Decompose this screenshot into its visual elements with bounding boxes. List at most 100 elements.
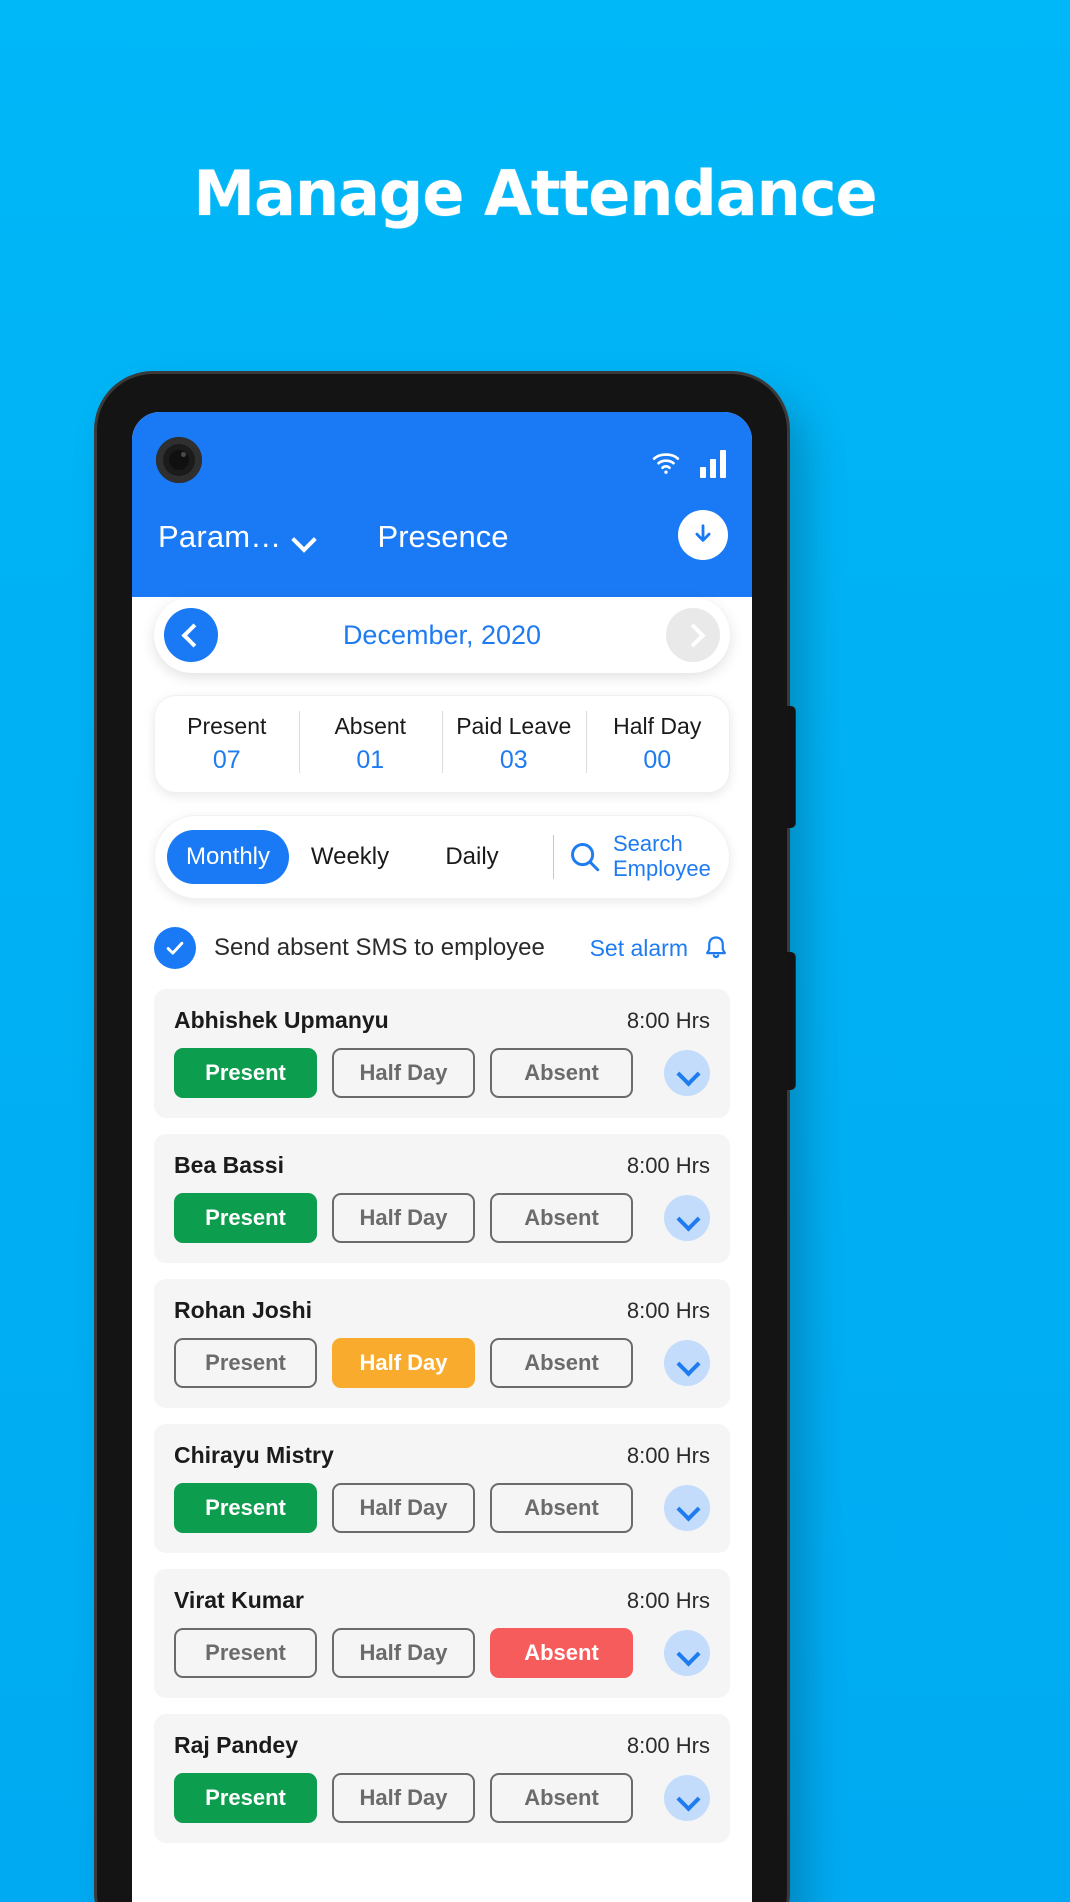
chevron-down-icon <box>678 1793 696 1804</box>
download-button[interactable] <box>678 510 728 560</box>
front-camera <box>156 437 202 483</box>
employee-row: Abhishek Upmanyu 8:00 Hrs Present Half D… <box>154 989 730 1118</box>
month-navigator: December, 2020 <box>154 597 730 673</box>
set-alarm-button[interactable]: Set alarm <box>590 935 688 962</box>
employee-name: Rohan Joshi <box>174 1297 313 1323</box>
download-icon <box>695 524 711 542</box>
chevron-down-icon <box>678 1068 696 1079</box>
status-selector: Present Half Day Absent <box>174 1338 710 1388</box>
status-half-day-button[interactable]: Half Day <box>332 1773 475 1823</box>
employee-header: Bea Bassi 8:00 Hrs <box>174 1152 710 1179</box>
chevron-down-icon <box>678 1648 696 1659</box>
bell-icon[interactable] <box>702 933 730 963</box>
employee-hours: 8:00 Hrs <box>626 1732 710 1758</box>
stat-paid-leave: Paid Leave 03 <box>442 707 586 782</box>
employee-row: Chirayu Mistry 8:00 Hrs Present Half Day… <box>154 1424 730 1553</box>
search-employee-label: Search Employee <box>613 831 711 881</box>
status-present-button[interactable]: Present <box>174 1773 317 1823</box>
status-selector: Present Half Day Absent <box>174 1628 710 1678</box>
status-selector: Present Half Day Absent <box>174 1048 710 1098</box>
status-half-day-button[interactable]: Half Day <box>332 1628 475 1678</box>
expand-row-button[interactable] <box>664 1775 710 1821</box>
status-selector: Present Half Day Absent <box>174 1773 710 1823</box>
status-present-button[interactable]: Present <box>174 1628 317 1678</box>
employee-row: Rohan Joshi 8:00 Hrs Present Half Day Ab… <box>154 1279 730 1408</box>
power-button[interactable] <box>786 952 795 1090</box>
chevron-down-icon <box>678 1213 696 1224</box>
app-header-row: Param… Presence <box>132 507 752 567</box>
previous-month-button[interactable] <box>164 608 218 662</box>
expand-row-button[interactable] <box>664 1050 710 1096</box>
send-sms-checkbox[interactable] <box>154 927 196 969</box>
chevron-down-icon <box>294 531 316 544</box>
status-absent-button[interactable]: Absent <box>490 1483 633 1533</box>
status-bar <box>646 436 726 478</box>
chevron-down-icon <box>678 1503 696 1514</box>
status-half-day-button[interactable]: Half Day <box>332 1338 475 1388</box>
employee-header: Raj Pandey 8:00 Hrs <box>174 1732 710 1759</box>
stat-present: Present 07 <box>155 707 299 782</box>
attendance-summary: Present 07 Absent 01 Paid Leave 03 Half … <box>154 695 730 793</box>
volume-button[interactable] <box>786 706 795 828</box>
status-present-button[interactable]: Present <box>174 1193 317 1243</box>
promo-headline: Manage Attendance <box>193 157 877 230</box>
alarm-controls: Set alarm <box>590 933 730 963</box>
status-selector: Present Half Day Absent <box>174 1483 710 1533</box>
tab-monthly[interactable]: Monthly <box>167 830 289 884</box>
employee-hours: 8:00 Hrs <box>626 1587 710 1613</box>
status-absent-button[interactable]: Absent <box>490 1628 633 1678</box>
stat-value: 03 <box>499 745 528 774</box>
chevron-down-icon <box>678 1358 696 1369</box>
employee-name: Virat Kumar <box>174 1587 304 1613</box>
chevron-left-icon <box>183 627 199 643</box>
employee-hours: 8:00 Hrs <box>626 1007 710 1033</box>
employee-header: Rohan Joshi 8:00 Hrs <box>174 1297 710 1324</box>
status-absent-button[interactable]: Absent <box>490 1338 633 1388</box>
wifi-icon <box>652 453 680 474</box>
stat-label: Absent <box>334 712 407 739</box>
stat-value: 07 <box>212 745 241 774</box>
tab-daily[interactable]: Daily <box>411 830 533 884</box>
status-present-button[interactable]: Present <box>174 1483 317 1533</box>
employee-name: Chirayu Mistry <box>174 1442 334 1468</box>
status-selector: Present Half Day Absent <box>174 1193 710 1243</box>
expand-row-button[interactable] <box>664 1485 710 1531</box>
stat-label: Paid Leave <box>456 712 572 739</box>
employee-header: Abhishek Upmanyu 8:00 Hrs <box>174 1007 710 1034</box>
stat-value: 00 <box>643 745 672 774</box>
divider <box>553 835 554 879</box>
employee-hours: 8:00 Hrs <box>626 1297 710 1323</box>
expand-row-button[interactable] <box>664 1195 710 1241</box>
status-half-day-button[interactable]: Half Day <box>332 1193 475 1243</box>
employee-header: Chirayu Mistry 8:00 Hrs <box>174 1442 710 1469</box>
status-absent-button[interactable]: Absent <box>490 1193 633 1243</box>
employee-name: Abhishek Upmanyu <box>174 1007 389 1033</box>
phone-mockup: Param… Presence December, 2020 Present 0… <box>97 374 795 1902</box>
status-present-button[interactable]: Present <box>174 1338 317 1388</box>
employee-row: Bea Bassi 8:00 Hrs Present Half Day Abse… <box>154 1134 730 1263</box>
status-absent-button[interactable]: Absent <box>490 1773 633 1823</box>
send-sms-label: Send absent SMS to employee <box>214 934 545 961</box>
employee-row: Virat Kumar 8:00 Hrs Present Half Day Ab… <box>154 1569 730 1698</box>
chevron-right-icon <box>685 627 701 643</box>
tab-weekly[interactable]: Weekly <box>289 830 411 884</box>
stat-label: Present <box>187 712 267 739</box>
next-month-button[interactable] <box>666 608 720 662</box>
search-icon <box>571 843 600 872</box>
current-month-label: December, 2020 <box>342 619 542 650</box>
company-name: Param… <box>158 519 282 554</box>
expand-row-button[interactable] <box>664 1340 710 1386</box>
company-selector[interactable]: Param… <box>158 519 316 555</box>
status-half-day-button[interactable]: Half Day <box>332 1483 475 1533</box>
sms-option-row: Send absent SMS to employee Set alarm <box>154 925 730 971</box>
stat-value: 01 <box>356 745 385 774</box>
view-filter-bar: Monthly Weekly Daily Search Employee <box>154 815 730 899</box>
stat-label: Half Day <box>613 712 702 739</box>
search-employee-button[interactable]: Search Employee <box>568 831 711 881</box>
stat-half-day: Half Day 00 <box>585 707 730 782</box>
status-half-day-button[interactable]: Half Day <box>332 1048 475 1098</box>
status-present-button[interactable]: Present <box>174 1048 317 1098</box>
expand-row-button[interactable] <box>664 1630 710 1676</box>
status-absent-button[interactable]: Absent <box>490 1048 633 1098</box>
employee-hours: 8:00 Hrs <box>626 1442 710 1468</box>
